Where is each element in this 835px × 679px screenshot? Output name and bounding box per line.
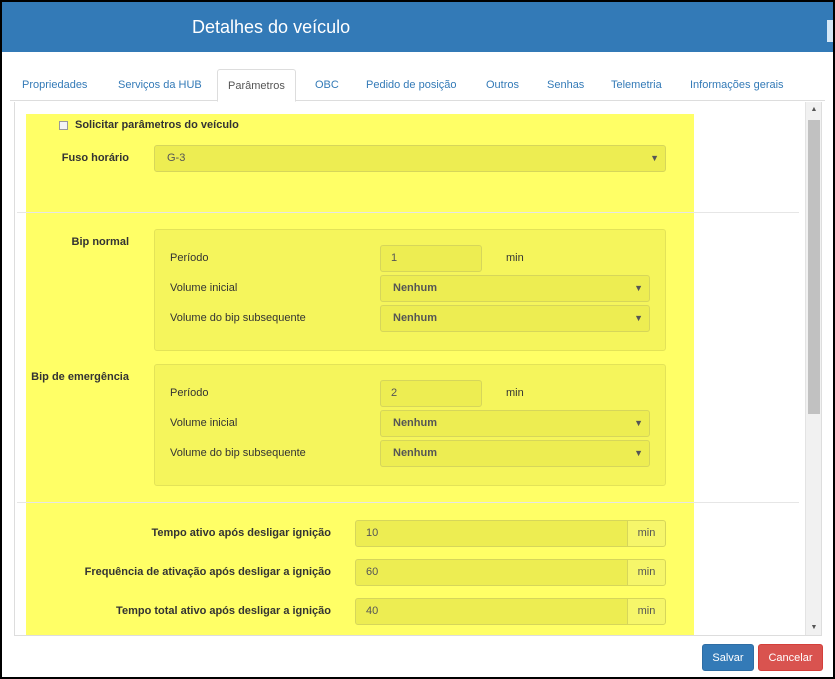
tab-pedido-posicao[interactable]: Pedido de posição	[356, 69, 467, 101]
total-time-unit: min	[627, 598, 666, 625]
scroll-thumb[interactable]	[808, 120, 820, 414]
bip-normal-initial-volume-value: Nenhum	[393, 282, 437, 294]
section-divider	[17, 502, 799, 503]
chevron-down-icon: ▼	[634, 283, 643, 293]
bip-normal-period-label: Período	[170, 252, 209, 264]
bip-normal-subsequent-volume-select[interactable]: Nenhum ▼	[380, 305, 650, 332]
save-button[interactable]: Salvar	[702, 644, 754, 671]
tab-bar: Propriedades Serviços da HUB Parâmetros …	[10, 69, 825, 102]
header-edge-strip	[827, 20, 833, 42]
tab-informacoes-gerais[interactable]: Informações gerais	[680, 69, 794, 101]
bip-normal-title: Bip normal	[71, 236, 129, 248]
bip-emergency-initial-volume-select[interactable]: Nenhum ▼	[380, 410, 650, 437]
bip-emergency-subsequent-volume-value: Nenhum	[393, 447, 437, 459]
tab-propriedades[interactable]: Propriedades	[12, 69, 97, 101]
bip-emergency-title: Bip de emergência	[31, 371, 129, 383]
request-params-label: Solicitar parâmetros do veículo	[75, 119, 239, 131]
total-time-input[interactable]: 40	[355, 598, 628, 625]
total-time-label: Tempo total ativo após desligar a igniçã…	[116, 605, 331, 617]
bip-emergency-initial-volume-label: Volume inicial	[170, 417, 238, 429]
timezone-value: G-3	[167, 152, 186, 164]
bip-emergency-subsequent-volume-select[interactable]: Nenhum ▼	[380, 440, 650, 467]
tab-servicos-hub[interactable]: Serviços da HUB	[108, 69, 212, 101]
chevron-down-icon: ▼	[634, 448, 643, 458]
tab-parametros[interactable]: Parâmetros	[217, 69, 296, 102]
timezone-label: Fuso horário	[61, 152, 129, 164]
tab-obc[interactable]: OBC	[305, 69, 349, 101]
panel-scrollbar[interactable]: ▲ ▼	[805, 102, 821, 635]
bip-normal-initial-volume-label: Volume inicial	[170, 282, 238, 294]
scroll-up-arrow-icon[interactable]: ▲	[806, 102, 821, 118]
bip-emergency-subsequent-volume-label: Volume do bip subsequente	[170, 447, 306, 459]
scroll-down-arrow-icon[interactable]: ▼	[806, 620, 821, 635]
modal-title: Detalhes do veículo	[192, 17, 351, 37]
modal-header: Detalhes do veículo	[2, 2, 833, 52]
chevron-down-icon: ▼	[634, 418, 643, 428]
bip-normal-period-input[interactable]: 1	[380, 245, 482, 272]
active-time-unit: min	[627, 520, 666, 547]
bip-emergency-period-label: Período	[170, 387, 209, 399]
cancel-button[interactable]: Cancelar	[758, 644, 823, 671]
frequency-label: Frequência de ativação após desligar a i…	[84, 566, 331, 578]
section-divider	[17, 212, 799, 213]
vehicle-details-modal: Detalhes do veículo Propriedades Serviço…	[2, 2, 833, 677]
bip-normal-subsequent-volume-label: Volume do bip subsequente	[170, 312, 306, 324]
active-time-label: Tempo ativo após desligar ignição	[151, 527, 331, 539]
bip-normal-subsequent-volume-value: Nenhum	[393, 312, 437, 324]
chevron-down-icon: ▼	[650, 153, 659, 163]
tab-telemetria[interactable]: Telemetria	[601, 69, 672, 101]
bip-emergency-period-input[interactable]: 2	[380, 380, 482, 407]
frequency-input[interactable]: 60	[355, 559, 628, 586]
tab-senhas[interactable]: Senhas	[537, 69, 594, 101]
active-time-input[interactable]: 10	[355, 520, 628, 547]
frequency-unit: min	[627, 559, 666, 586]
bip-normal-period-unit: min	[506, 252, 524, 264]
tab-panel-parametros: Solicitar parâmetros do veículo Fuso hor…	[14, 102, 822, 636]
timezone-select[interactable]: G-3 ▼	[154, 145, 666, 172]
tab-outros[interactable]: Outros	[476, 69, 529, 101]
bip-emergency-period-unit: min	[506, 387, 524, 399]
chevron-down-icon: ▼	[634, 313, 643, 323]
bip-normal-initial-volume-select[interactable]: Nenhum ▼	[380, 275, 650, 302]
bip-emergency-initial-volume-value: Nenhum	[393, 417, 437, 429]
request-params-checkbox[interactable]	[59, 121, 68, 130]
